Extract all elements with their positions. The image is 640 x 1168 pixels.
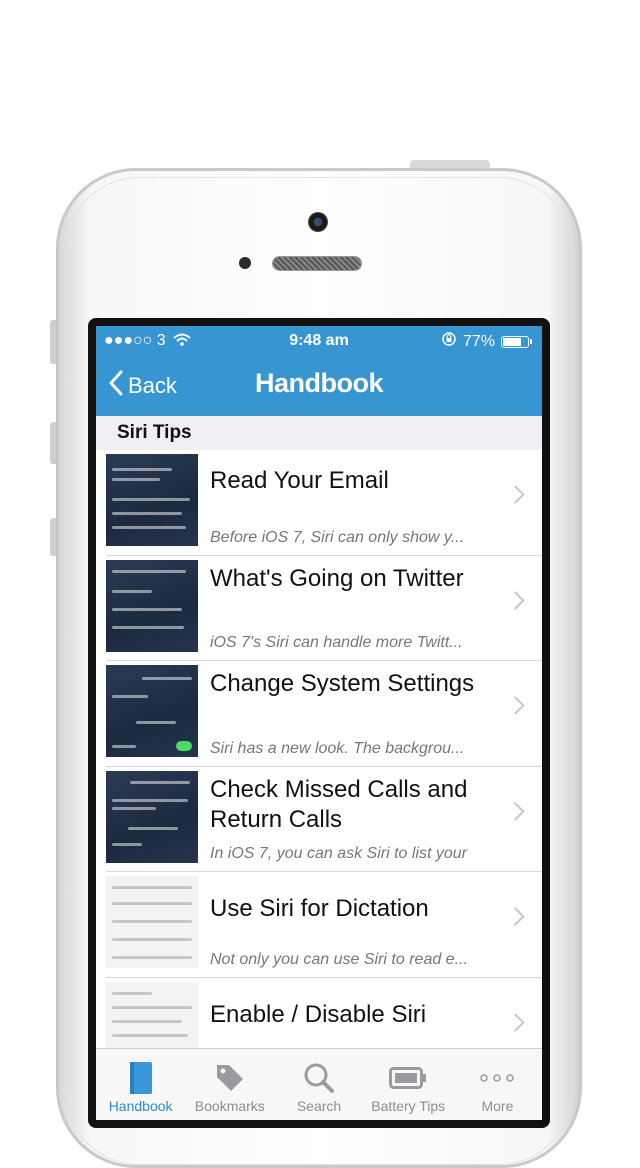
- list-item-subtitle: Siri has a new look. The backgrou...: [210, 739, 465, 757]
- earpiece-speaker: [272, 256, 362, 271]
- rotation-lock-icon: [441, 331, 457, 352]
- navigation-bar: Back Handbook: [96, 356, 542, 416]
- battery-icon: [388, 1060, 428, 1096]
- tag-icon: [210, 1060, 250, 1096]
- list-item[interactable]: What's Going on Twitter iOS 7's Siri can…: [106, 555, 542, 661]
- list-item-title: Enable / Disable Siri: [210, 1000, 427, 1028]
- thumbnail-image: [106, 981, 198, 1048]
- list-item-title: What's Going on Twitter: [210, 564, 464, 592]
- section-header: Siri Tips: [96, 416, 542, 450]
- chevron-right-icon: [506, 801, 525, 821]
- list-item[interactable]: Read Your Email Before iOS 7, Siri can o…: [106, 450, 542, 556]
- tab-handbook[interactable]: Handbook: [96, 1049, 185, 1120]
- proximity-sensor: [239, 257, 251, 269]
- list-item-subtitle: In iOS 7, you can ask Siri to list your: [210, 845, 467, 862]
- page-title: Handbook: [255, 368, 384, 398]
- list-item-subtitle: Not only you can use Siri to read e...: [210, 950, 468, 968]
- tips-list: Siri Tips Read Your Email Before iOS 7, …: [96, 416, 542, 1048]
- thumbnail-image: [106, 876, 198, 968]
- list-item-subtitle: Before iOS 7, Siri can only show y...: [210, 528, 465, 546]
- tab-bar: Handbook Bookmarks Search Battery Tips M…: [96, 1048, 542, 1120]
- list-item-title: Read Your Email: [210, 467, 389, 494]
- chevron-right-icon: [506, 590, 525, 610]
- tab-label: Battery Tips: [371, 1098, 446, 1114]
- tab-label: More: [481, 1098, 514, 1114]
- battery-indicator-icon: [501, 335, 529, 348]
- book-icon: [121, 1060, 161, 1096]
- search-icon: [299, 1060, 339, 1096]
- thumbnail-image: [106, 454, 198, 546]
- thumbnail-image: [106, 770, 198, 863]
- list-item-title: Check Missed Calls and Return Calls: [210, 775, 468, 833]
- chevron-right-icon: [506, 907, 525, 926]
- list-item[interactable]: Check Missed Calls and Return Calls In i…: [106, 766, 542, 872]
- status-right: 77%: [441, 331, 532, 352]
- list-item[interactable]: Use Siri for Dictation Not only you can …: [106, 872, 542, 978]
- chevron-right-icon: [506, 696, 525, 715]
- battery-percent: 77%: [462, 332, 495, 350]
- tab-battery-tips[interactable]: Battery Tips: [364, 1049, 453, 1120]
- list-item-title: Change System Settings: [210, 670, 475, 697]
- list-item[interactable]: Change System Settings Siri has a new lo…: [106, 661, 542, 767]
- chevron-right-icon: [506, 1012, 525, 1032]
- app-screen: ●●●○○ 3 9:48 am 77% Back Handbook Siri T…: [96, 326, 542, 1120]
- tab-label: Search: [296, 1098, 342, 1114]
- chevron-right-icon: [506, 485, 525, 504]
- more-icon: [477, 1060, 517, 1096]
- status-bar: ●●●○○ 3 9:48 am 77%: [96, 326, 542, 356]
- tab-label: Handbook: [108, 1098, 173, 1114]
- thumbnail-image: [106, 665, 198, 757]
- list-item-title: Use Siri for Dictation: [210, 895, 429, 922]
- front-camera: [308, 212, 328, 232]
- list-item[interactable]: Enable / Disable Siri: [106, 977, 542, 1048]
- tab-search[interactable]: Search: [274, 1049, 363, 1120]
- tab-more[interactable]: More: [453, 1049, 542, 1120]
- list-item-subtitle: iOS 7's Siri can handle more Twitt...: [210, 634, 463, 651]
- tab-label: Bookmarks: [194, 1098, 265, 1114]
- thumbnail-image: [106, 559, 198, 652]
- tab-bookmarks[interactable]: Bookmarks: [185, 1049, 274, 1120]
